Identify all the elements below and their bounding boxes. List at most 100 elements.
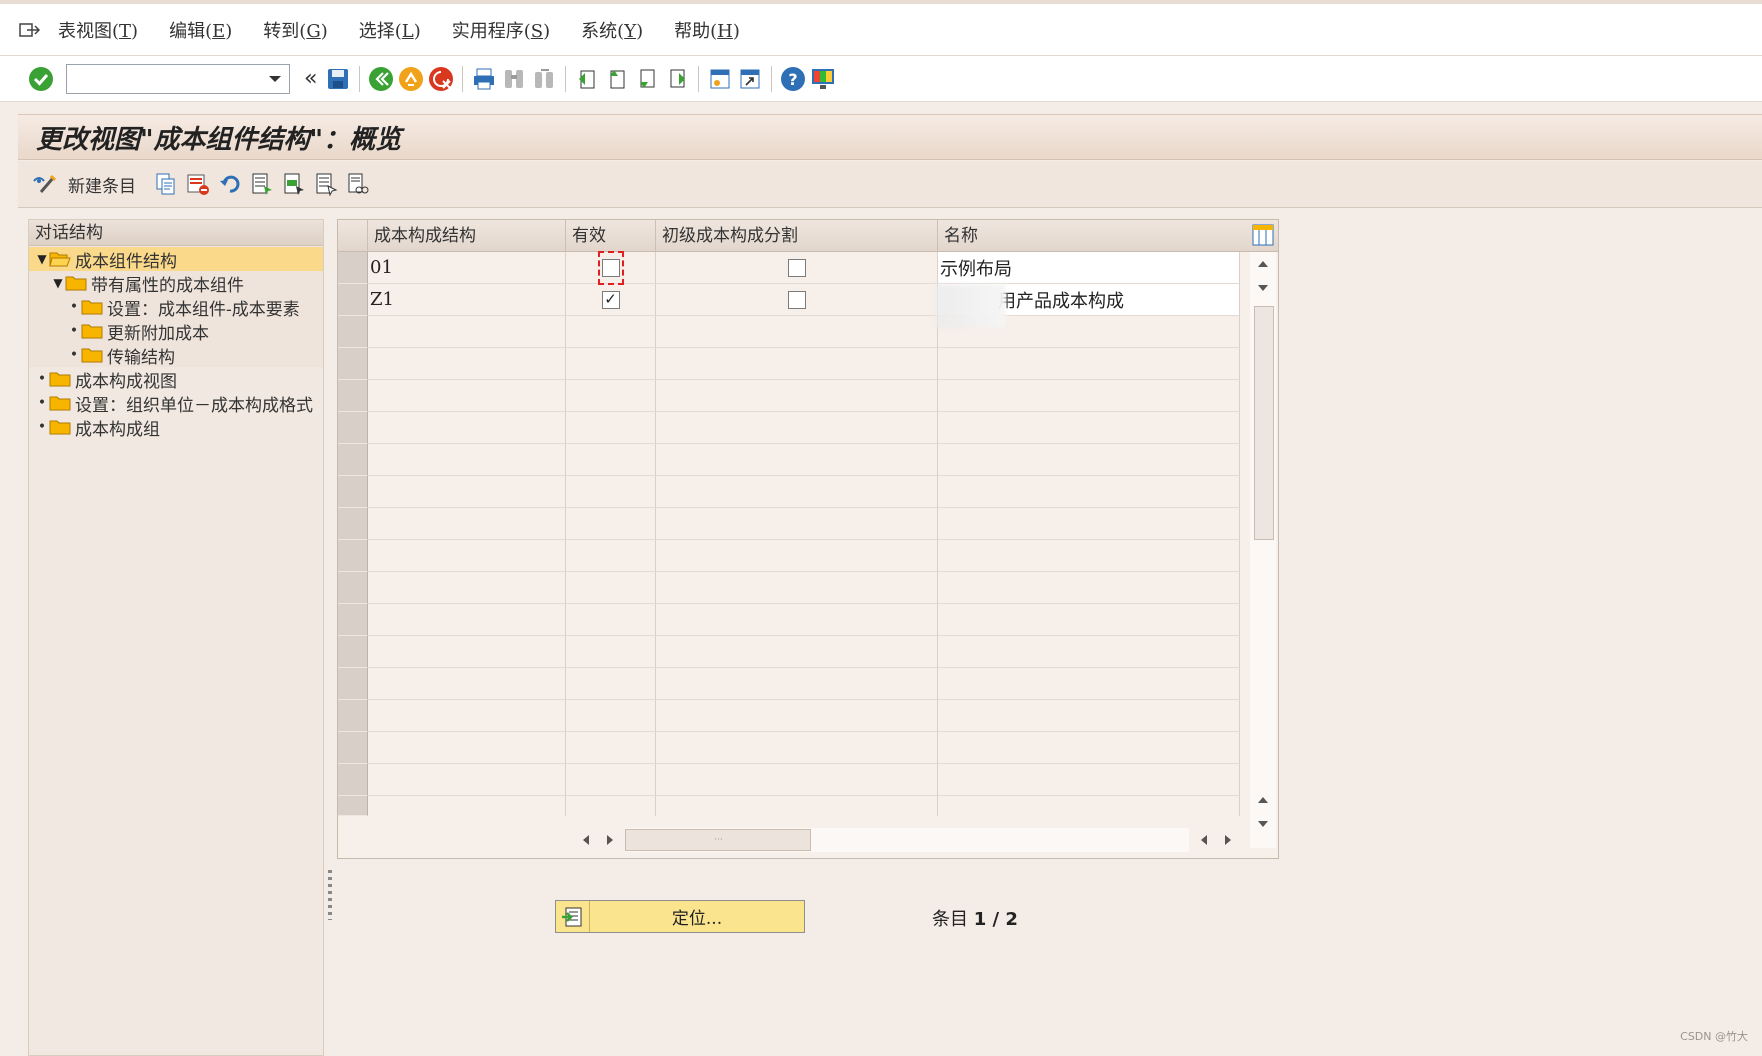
find-icon[interactable] — [499, 64, 529, 94]
row-selector[interactable] — [338, 572, 368, 604]
help-icon[interactable]: ? — [778, 64, 808, 94]
display-change-icon[interactable] — [28, 168, 60, 200]
tree-node-cost-component-structure[interactable]: ▼ 成本组件结构 — [29, 247, 323, 272]
save-icon[interactable] — [323, 64, 353, 94]
create-session-icon[interactable] — [705, 64, 735, 94]
primary-split-checkbox[interactable] — [787, 290, 806, 309]
cell-name[interactable]: 示例布局 — [938, 252, 1240, 284]
tree-node-settings-component-element[interactable]: • 设置：成本组件-成本要素 — [29, 295, 323, 320]
row-selector[interactable] — [338, 380, 368, 412]
row-selector[interactable] — [338, 636, 368, 668]
print-icon[interactable] — [469, 64, 499, 94]
panel-splitter[interactable] — [326, 209, 334, 1056]
menu-table-view[interactable]: 表视图(T) — [58, 17, 138, 43]
undo-change-icon[interactable] — [214, 168, 246, 200]
scroll-up-icon[interactable] — [1250, 252, 1276, 276]
expand-triangle-icon[interactable]: ▼ — [35, 252, 49, 266]
scroll-left-icon[interactable] — [574, 828, 598, 852]
chevron-down-icon[interactable] — [265, 71, 285, 87]
menu-goto[interactable]: 转到(G) — [263, 17, 327, 43]
back-icon[interactable] — [366, 64, 396, 94]
cell-structure[interactable]: 01 — [368, 252, 566, 284]
horizontal-scrollbar[interactable]: ··· — [574, 828, 1240, 852]
active-checkbox[interactable] — [601, 258, 620, 277]
tree-node-update-overhead[interactable]: • 更新附加成本 — [29, 319, 323, 344]
scroll-column-left-icon[interactable] — [1193, 828, 1217, 852]
scroll-down-icon[interactable] — [1250, 812, 1276, 836]
menu-edit[interactable]: 编辑(E) — [169, 17, 232, 43]
enter-icon[interactable] — [26, 64, 56, 94]
column-header-name[interactable]: 名称 — [938, 220, 1250, 252]
row-selector[interactable] — [338, 668, 368, 700]
command-input[interactable] — [67, 64, 257, 93]
primary-split-checkbox[interactable] — [787, 258, 806, 277]
tree-node-cost-component-view[interactable]: • 成本构成视图 — [29, 367, 323, 392]
select-all-icon[interactable] — [246, 168, 278, 200]
scroll-right-icon[interactable] — [598, 828, 622, 852]
position-button[interactable]: 定位... — [555, 900, 805, 933]
row-selector[interactable] — [338, 732, 368, 764]
scroll-page-up-icon[interactable] — [1250, 788, 1276, 812]
row-selector[interactable] — [338, 764, 368, 796]
select-all-rows-cell[interactable] — [338, 220, 368, 252]
tree-node-cost-component-groups[interactable]: • 成本构成组 — [29, 415, 323, 440]
vertical-scrollbar[interactable] — [1250, 252, 1276, 848]
scroll-column-right-icon[interactable] — [1216, 828, 1240, 852]
row-selector[interactable] — [338, 316, 368, 348]
horizontal-scroll-thumb[interactable]: ··· — [625, 829, 812, 851]
table-row[interactable]: Z1 ✓ 用产品成本构成 — [368, 284, 1240, 316]
layout-menu-icon[interactable] — [808, 64, 838, 94]
menu-help[interactable]: 帮助(H) — [674, 17, 740, 43]
menu-system[interactable]: 系统(Y) — [581, 17, 643, 43]
shortcut-icon[interactable] — [735, 64, 765, 94]
menu-exit-icon[interactable] — [18, 20, 42, 40]
cell-structure[interactable]: Z1 — [368, 284, 566, 316]
print-field-list-icon[interactable] — [342, 168, 374, 200]
command-field[interactable] — [66, 63, 290, 94]
cell-active[interactable]: ✓ — [566, 284, 656, 316]
new-entries-button[interactable]: 新建条目 — [68, 172, 136, 197]
cell-primary-split[interactable] — [656, 252, 938, 284]
expand-triangle-icon[interactable]: ▼ — [51, 276, 65, 290]
row-selector[interactable] — [338, 444, 368, 476]
row-selector[interactable] — [338, 348, 368, 380]
row-selector[interactable] — [338, 252, 368, 284]
column-header-structure[interactable]: 成本构成结构 — [368, 220, 566, 252]
table-settings-icon[interactable] — [1252, 224, 1274, 251]
row-selector[interactable] — [338, 796, 368, 816]
previous-page-icon[interactable] — [602, 64, 632, 94]
row-selector[interactable] — [338, 604, 368, 636]
column-header-primary-split[interactable]: 初级成本构成分割 — [656, 220, 938, 252]
row-selector[interactable] — [338, 508, 368, 540]
splitter-grip-icon[interactable] — [328, 870, 332, 920]
deselect-all-icon[interactable] — [310, 168, 342, 200]
first-page-icon[interactable] — [572, 64, 602, 94]
cell-primary-split[interactable] — [656, 284, 938, 316]
active-checkbox[interactable]: ✓ — [601, 290, 620, 309]
row-selector[interactable] — [338, 476, 368, 508]
cell-active[interactable] — [566, 250, 656, 285]
tree-node-transfer-structure[interactable]: • 传输结构 — [29, 343, 323, 368]
row-selector[interactable] — [338, 700, 368, 732]
delete-icon[interactable] — [182, 168, 214, 200]
select-block-icon[interactable] — [278, 168, 310, 200]
column-header-active[interactable]: 有效 — [566, 220, 656, 252]
menu-selection[interactable]: 选择(L) — [359, 17, 421, 43]
table-row[interactable]: 01 示例布局 — [368, 250, 1240, 285]
copy-as-icon[interactable] — [150, 168, 182, 200]
scroll-page-down-icon[interactable] — [1250, 276, 1276, 300]
cancel-icon[interactable] — [426, 64, 456, 94]
tree-node-components-with-attributes[interactable]: ▼ 带有属性的成本组件 — [29, 271, 323, 296]
vertical-scroll-thumb[interactable] — [1254, 306, 1274, 540]
row-selector[interactable] — [338, 284, 368, 316]
horizontal-scroll-track[interactable]: ··· — [625, 828, 1189, 852]
last-page-icon[interactable] — [662, 64, 692, 94]
row-selector[interactable] — [338, 540, 368, 572]
row-selector[interactable] — [338, 412, 368, 444]
find-next-icon[interactable] — [529, 64, 559, 94]
tree-node-settings-org-unit[interactable]: • 设置：组织单位－成本构成格式 — [29, 391, 323, 415]
exit-icon[interactable] — [396, 64, 426, 94]
next-page-icon[interactable] — [632, 64, 662, 94]
collapse-command-icon[interactable]: « — [304, 67, 317, 90]
menu-utilities[interactable]: 实用程序(S) — [452, 17, 550, 43]
